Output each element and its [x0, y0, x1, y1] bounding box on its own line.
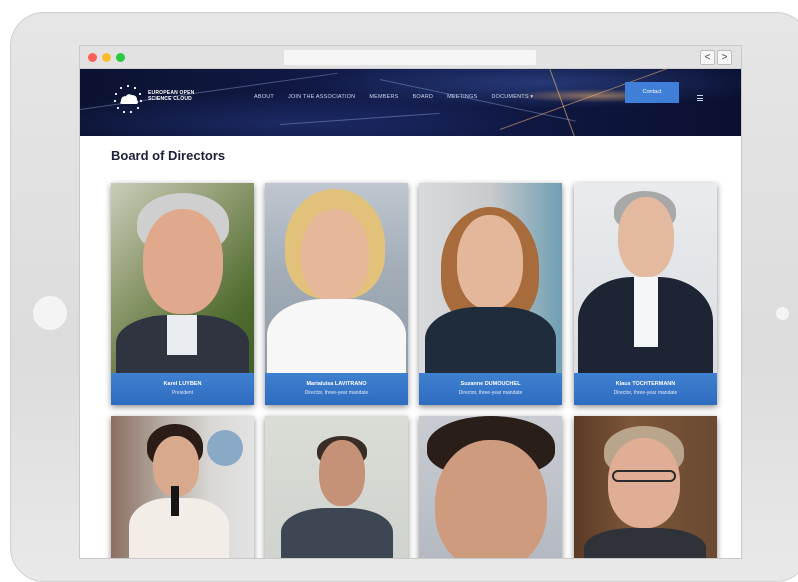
- director-card[interactable]: [574, 416, 717, 558]
- director-name: Klaus TOCHTERMANN: [615, 381, 676, 387]
- hamburger-icon[interactable]: [697, 95, 703, 103]
- director-photo: [419, 183, 562, 405]
- director-photo: [111, 416, 254, 558]
- director-role: Director, three-year mandate: [458, 390, 523, 396]
- director-card[interactable]: Suzanne DUMOUCHEL Director, three-year m…: [419, 183, 562, 405]
- director-photo: [419, 416, 562, 558]
- site-header: EUROPEAN OPEN SCIENCE CLOUD ABOUT JOIN T…: [80, 69, 741, 136]
- director-name: Karel LUYBEN: [163, 381, 202, 387]
- director-name: Suzanne DUMOUCHEL: [460, 381, 521, 387]
- chevron-left-icon[interactable]: <: [700, 50, 715, 65]
- browser-toolbar: < >: [80, 46, 741, 69]
- chevron-right-icon[interactable]: >: [717, 50, 732, 65]
- director-name: Marialuisa LAVITRANO: [306, 381, 367, 387]
- page-title: Board of Directors: [111, 148, 226, 163]
- eosc-logo-icon[interactable]: [112, 83, 144, 115]
- director-card[interactable]: Marialuisa LAVITRANO Director, three-yea…: [265, 183, 408, 405]
- director-role: President: [171, 390, 194, 396]
- menu-item-join[interactable]: JOIN THE ASSOCIATION: [288, 94, 355, 100]
- menu-item-documents[interactable]: DOCUMENTS ▾: [491, 94, 533, 100]
- director-card[interactable]: [265, 416, 408, 558]
- director-photo: [111, 183, 254, 405]
- menu-item-members[interactable]: MEMBERS: [369, 94, 398, 100]
- director-caption: Klaus TOCHTERMANN Director, three-year m…: [574, 373, 717, 405]
- director-photo: [265, 416, 408, 558]
- director-card[interactable]: Karel LUYBEN President: [111, 183, 254, 405]
- director-photo: [574, 416, 717, 558]
- menu-item-meetings[interactable]: MEETINGS: [447, 94, 477, 100]
- director-caption: Marialuisa LAVITRANO Director, three-yea…: [265, 373, 408, 405]
- tablet-camera: [776, 307, 789, 320]
- minimize-window-icon[interactable]: [102, 53, 111, 62]
- director-card[interactable]: [111, 416, 254, 558]
- logo-text: EUROPEAN OPEN SCIENCE CLOUD: [148, 90, 195, 102]
- logo-line-2: SCIENCE CLOUD: [148, 96, 192, 102]
- director-role: Director, three-year mandate: [613, 390, 678, 396]
- browser-window: < > EUROPEAN OPEN SCIENCE CLOUD ABOUT JO…: [80, 46, 741, 558]
- director-card[interactable]: [419, 416, 562, 558]
- menu-item-about[interactable]: ABOUT: [254, 94, 274, 100]
- menu-item-board[interactable]: BOARD: [413, 94, 434, 100]
- director-caption: Karel LUYBEN President: [111, 373, 254, 405]
- director-role: Director, three-year mandate: [304, 390, 369, 396]
- director-photo: [265, 183, 408, 405]
- main-menu: ABOUT JOIN THE ASSOCIATION MEMBERS BOARD…: [254, 94, 547, 100]
- contact-button[interactable]: Contact: [625, 82, 679, 103]
- close-window-icon[interactable]: [88, 53, 97, 62]
- tablet-home-button: [33, 296, 67, 330]
- address-bar[interactable]: [284, 50, 536, 65]
- director-card[interactable]: Klaus TOCHTERMANN Director, three-year m…: [574, 183, 717, 405]
- director-photo: [574, 183, 717, 405]
- director-caption: Suzanne DUMOUCHEL Director, three-year m…: [419, 373, 562, 405]
- maximize-window-icon[interactable]: [116, 53, 125, 62]
